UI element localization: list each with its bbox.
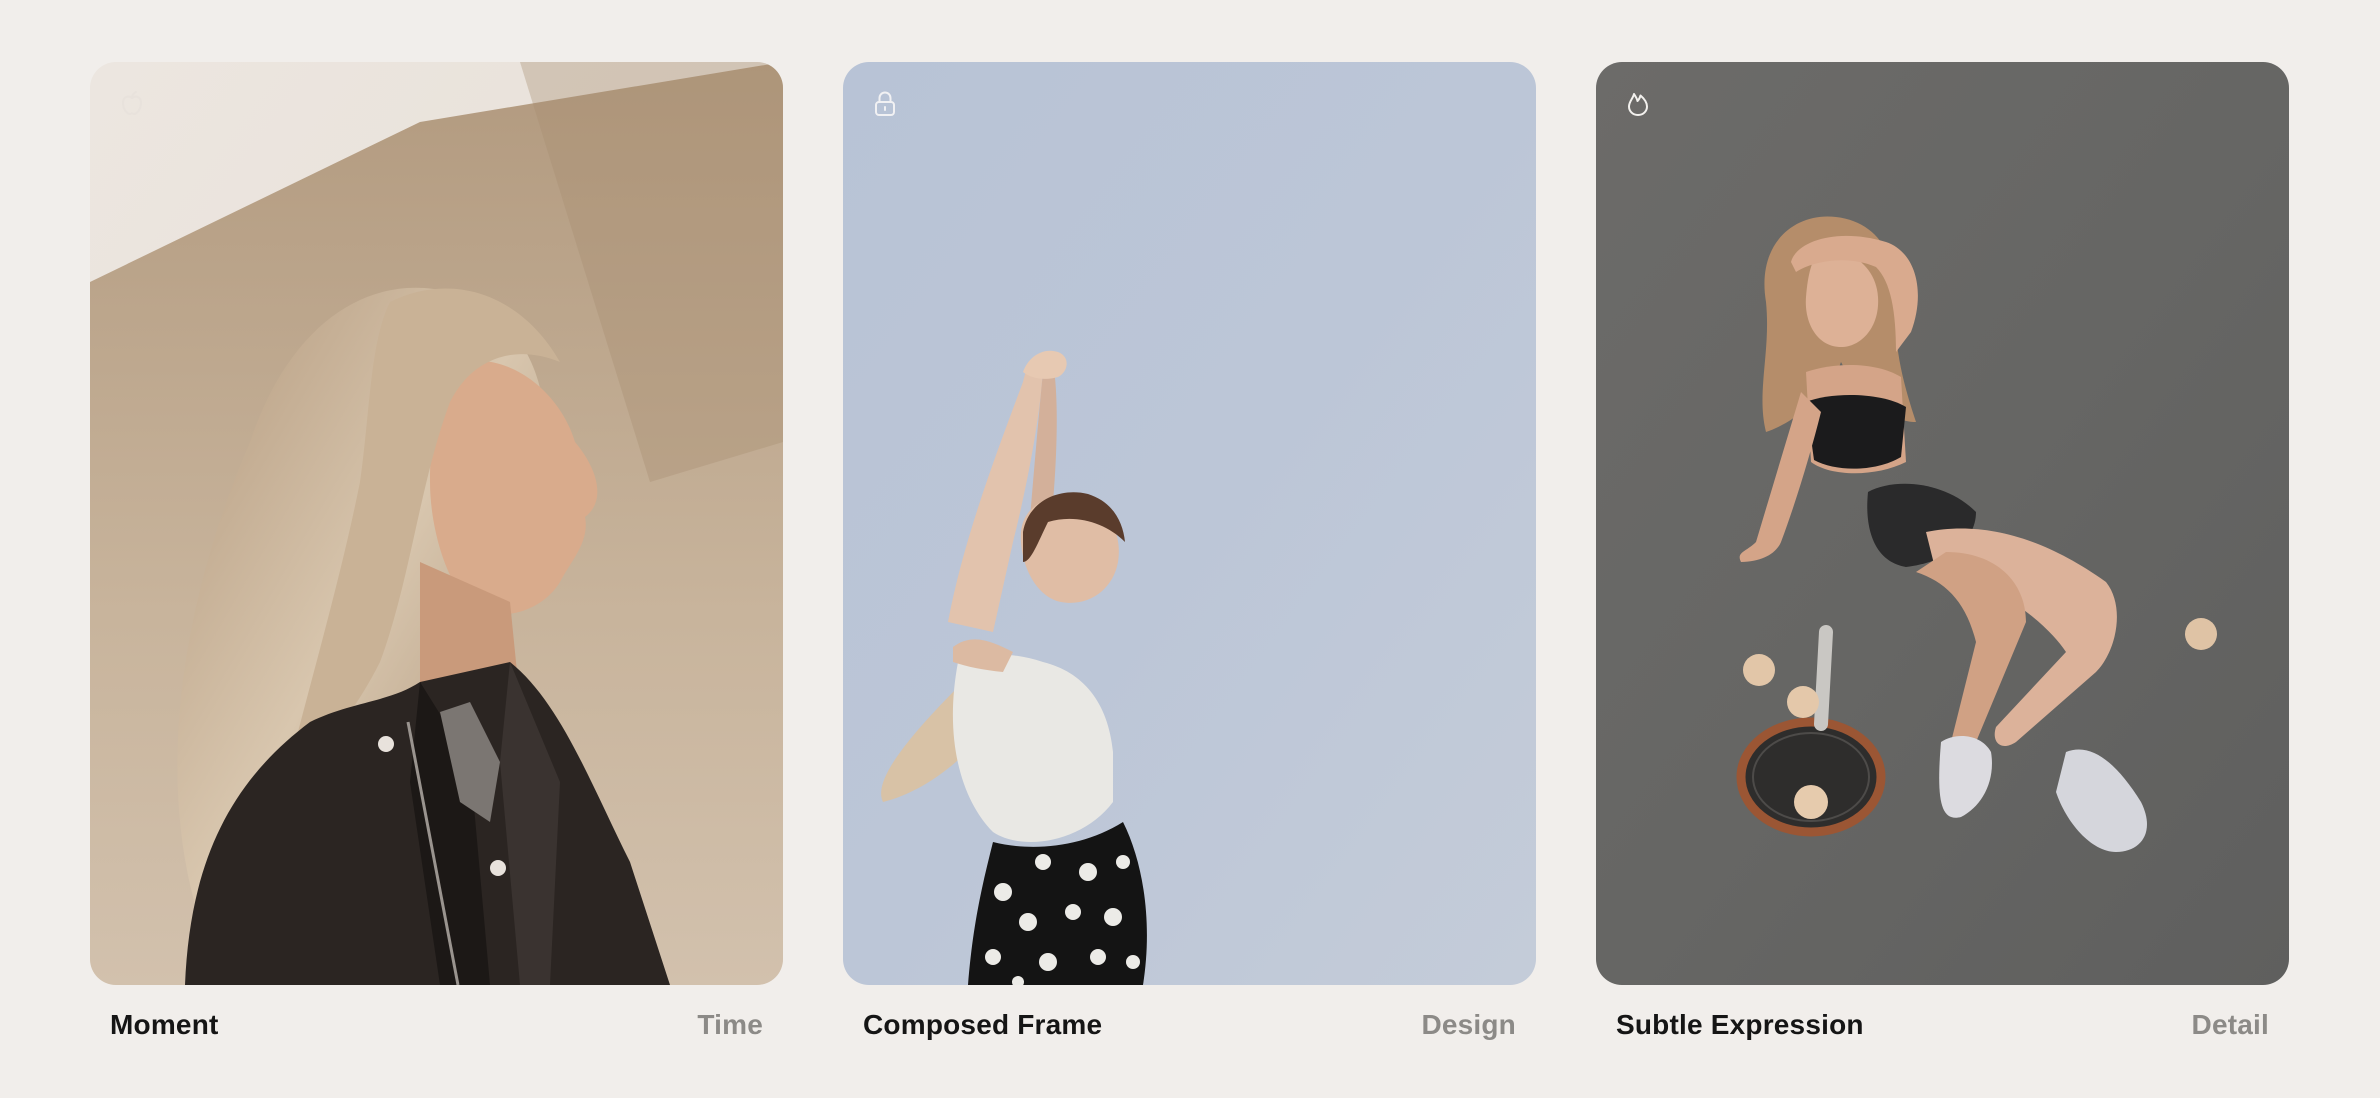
photo-scene (1596, 62, 2289, 985)
gallery-card-subtle-expression[interactable]: Subtle Expression Detail (1596, 62, 2289, 1062)
apple-icon[interactable] (114, 86, 150, 122)
gallery-card-composed-frame[interactable]: Composed Frame Design (843, 62, 1536, 1062)
card-title: Moment (110, 1009, 219, 1040)
photo-woman-leather-jacket[interactable] (90, 62, 783, 985)
gallery-card-moment[interactable]: Moment Time (90, 62, 783, 1062)
photo-woman-tennis-court[interactable] (1596, 62, 2289, 985)
flame-icon[interactable] (1620, 86, 1656, 122)
card-tag[interactable]: Time (697, 1009, 763, 1041)
photo-scene (843, 62, 1536, 985)
card-caption: Composed Frame Design (843, 1009, 1536, 1041)
photo-scene (90, 62, 783, 985)
lock-icon[interactable] (867, 86, 903, 122)
card-caption: Moment Time (90, 1009, 783, 1041)
card-title: Subtle Expression (1616, 1009, 1864, 1040)
card-tag[interactable]: Design (1421, 1009, 1516, 1041)
card-caption: Subtle Expression Detail (1596, 1009, 2289, 1041)
photo-woman-arms-raised[interactable] (843, 62, 1536, 985)
gallery: Moment Time Composed Frame Design Subtle… (90, 62, 2290, 1062)
card-tag[interactable]: Detail (2192, 1009, 2269, 1041)
card-title: Composed Frame (863, 1009, 1103, 1040)
